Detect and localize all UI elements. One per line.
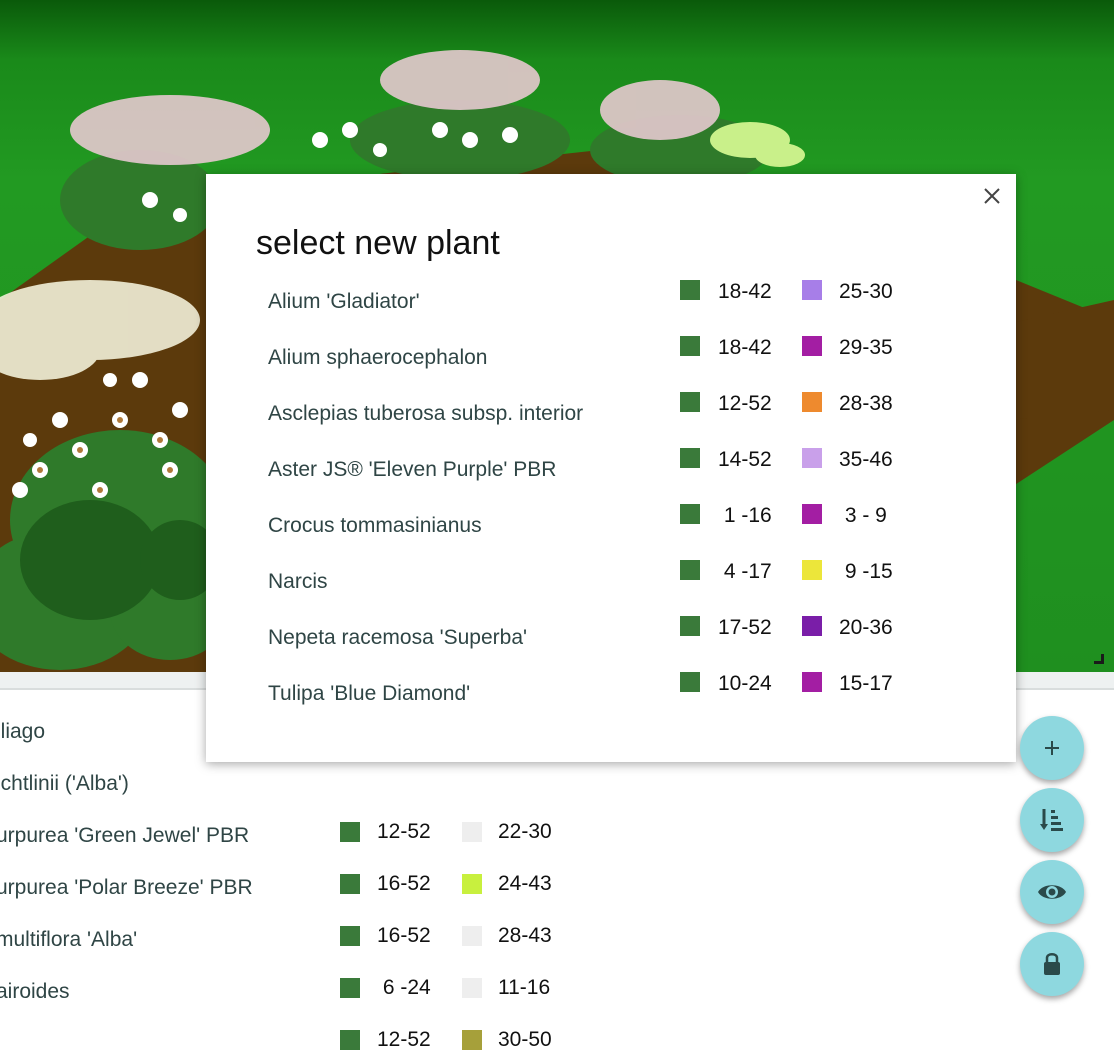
bloom-period-range: 28-43: [498, 924, 552, 947]
growth-period-range: 14-52: [718, 448, 772, 471]
bloom-period-range: 9 -15: [839, 560, 893, 583]
growth-period-swatch: [340, 874, 360, 894]
growth-period-range: 10-24: [718, 672, 772, 695]
bloom-period-swatch: [462, 926, 482, 946]
growth-period-swatch: [680, 616, 700, 636]
lock-button[interactable]: [1020, 932, 1084, 996]
bloom-period-range: 3 - 9: [839, 504, 887, 527]
plant-option[interactable]: Nepeta racemosa 'Superba' 17-52 20-36: [206, 610, 1016, 666]
growth-period-range: 12-52: [377, 1028, 431, 1051]
growth-period-range: 1 -16: [718, 504, 772, 527]
select-plant-dialog: select new plant Alium 'Gladiator' 18-42 2…: [206, 174, 1016, 762]
bloom-period-swatch: [802, 504, 822, 524]
growth-period-range: 12-52: [718, 392, 772, 415]
growth-period-swatch: [680, 560, 700, 580]
bloom-period-swatch: [802, 616, 822, 636]
bloom-period-range: 24-43: [498, 872, 552, 895]
plant-option[interactable]: Crocus tommasinianus 1 -16 3 - 9: [206, 498, 1016, 554]
bloom-period-swatch: [802, 392, 822, 412]
plant-option[interactable]: Narcis 4 -17 9 -15: [206, 554, 1016, 610]
plant-option-name: Asclepias tuberosa subsp. interior: [268, 402, 584, 425]
bloom-period-swatch: [462, 978, 482, 998]
bloom-period-swatch: [462, 874, 482, 894]
plus-icon: [1045, 741, 1059, 755]
plant-option-name: Nepeta racemosa 'Superba': [268, 626, 528, 649]
resize-handle[interactable]: [1094, 654, 1104, 664]
plant-option-name: Alium 'Gladiator': [268, 290, 420, 313]
close-button[interactable]: [980, 184, 1004, 208]
growth-period-range: 12-52: [377, 820, 431, 843]
eye-icon: [1038, 885, 1066, 899]
growth-period-range: 6 -24: [377, 976, 431, 999]
growth-period-swatch: [340, 926, 360, 946]
growth-period-swatch: [340, 822, 360, 842]
growth-period-range: 17-52: [718, 616, 772, 639]
bloom-period-range: 25-30: [839, 280, 893, 303]
plant-name: ichtlinii ('Alba'): [0, 772, 129, 795]
plant-option-name: Crocus tommasinianus: [268, 514, 482, 537]
plant-name: iliago: [0, 720, 46, 743]
lock-icon: [1044, 953, 1060, 975]
plant-option-name: Tulipa 'Blue Diamond': [268, 682, 471, 705]
plant-option[interactable]: Aster JS® 'Eleven Purple' PBR 14-52 35-46: [206, 442, 1016, 498]
bloom-period-range: 15-17: [839, 672, 893, 695]
growth-period-swatch: [680, 504, 700, 524]
growth-period-swatch: [680, 336, 700, 356]
plant-name: airoides: [0, 980, 70, 1003]
plant-name: urpurea 'Green Jewel' PBR: [0, 824, 250, 847]
plant-name: urpurea 'Polar Breeze' PBR: [0, 876, 253, 899]
plant-option-name: Narcis: [268, 570, 328, 593]
growth-period-swatch: [680, 448, 700, 468]
sort-button[interactable]: [1020, 788, 1084, 852]
bloom-period-range: 29-35: [839, 336, 893, 359]
growth-period-swatch: [340, 1030, 360, 1050]
plant-option[interactable]: Asclepias tuberosa subsp. interior 12-52 2…: [206, 386, 1016, 442]
close-icon: [984, 188, 1000, 204]
growth-period-range: 18-42: [718, 280, 772, 303]
plant-option[interactable]: Alium 'Gladiator' 18-42 25-30: [206, 274, 1016, 330]
bloom-period-swatch: [462, 822, 482, 842]
bloom-period-swatch: [462, 1030, 482, 1050]
plant-option[interactable]: Alium sphaerocephalon 18-42 29-35: [206, 330, 1016, 386]
growth-period-range: 18-42: [718, 336, 772, 359]
plant-option[interactable]: Tulipa 'Blue Diamond' 10-24 15-17: [206, 666, 1016, 722]
plant-option-name: Aster JS® 'Eleven Purple' PBR: [268, 458, 557, 481]
growth-period-swatch: [680, 392, 700, 412]
bloom-period-swatch: [802, 280, 822, 300]
bloom-period-range: 28-38: [839, 392, 893, 415]
bloom-period-range: 11-16: [498, 976, 551, 999]
growth-period-range: 16-52: [377, 924, 431, 947]
plant-option-name: Alium sphaerocephalon: [268, 346, 488, 369]
bloom-period-range: 35-46: [839, 448, 893, 471]
dialog-title: select new plant: [256, 224, 500, 262]
growth-period-swatch: [340, 978, 360, 998]
growth-period-swatch: [680, 672, 700, 692]
sort-icon: [1040, 809, 1063, 831]
bloom-period-swatch: [802, 560, 822, 580]
visibility-button[interactable]: [1020, 860, 1084, 924]
growth-period-range: 16-52: [377, 872, 431, 895]
bloom-period-range: 22-30: [498, 820, 552, 843]
bloom-period-swatch: [802, 336, 822, 356]
bloom-period-range: 30-50: [498, 1028, 552, 1051]
growth-period-range: 4 -17: [718, 560, 772, 583]
bloom-period-swatch: [802, 448, 822, 468]
bloom-period-range: 20-36: [839, 616, 893, 639]
bloom-period-swatch: [802, 672, 822, 692]
plant-name: multiflora 'Alba': [0, 928, 138, 951]
growth-period-swatch: [680, 280, 700, 300]
add-plant-button[interactable]: [1020, 716, 1084, 780]
